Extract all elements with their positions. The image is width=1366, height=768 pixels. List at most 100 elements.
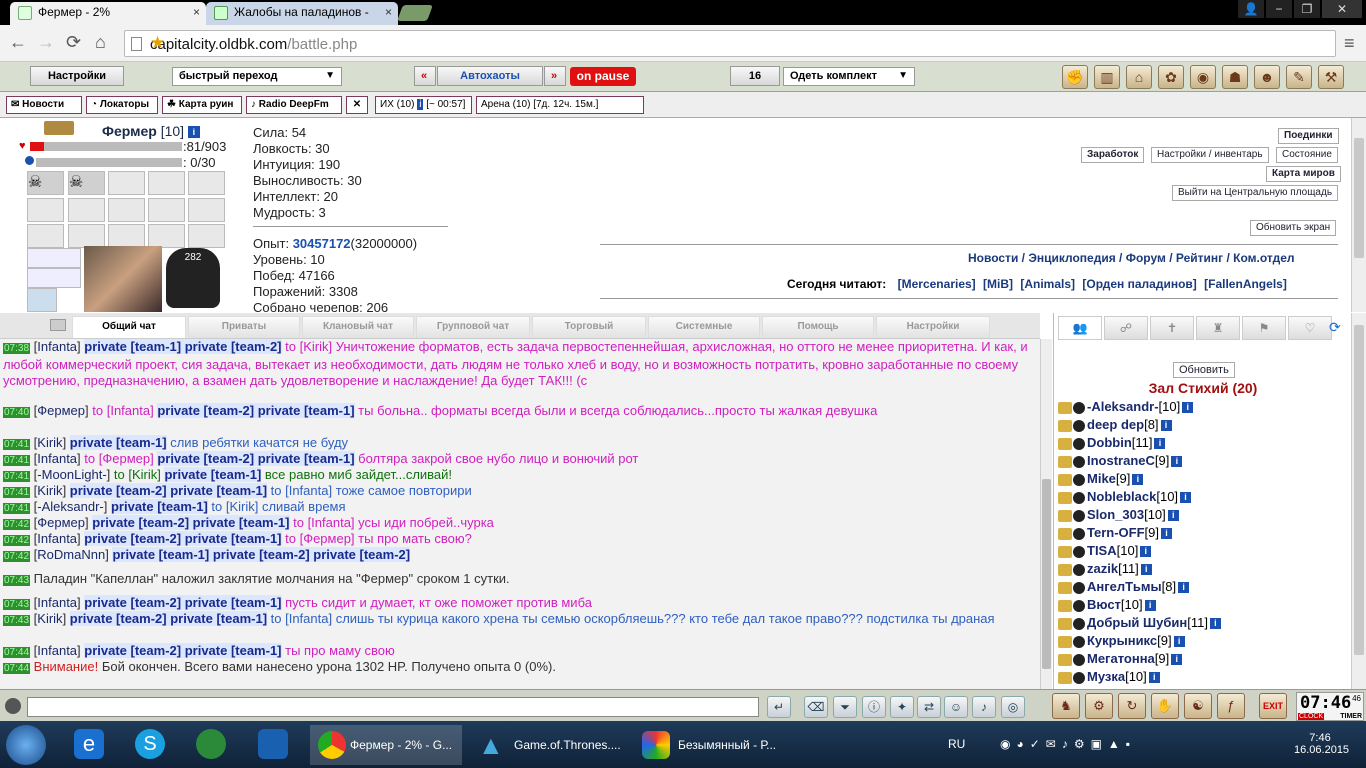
user-name[interactable]: Кукрыникс bbox=[1087, 633, 1157, 648]
room-user[interactable]: Dobbin[11] i bbox=[1058, 435, 1166, 450]
tab-trade[interactable]: Торговый bbox=[532, 316, 646, 338]
radio-link[interactable]: ♪ Radio DeepFm bbox=[246, 96, 342, 114]
autoattack-button[interactable]: Автохаоты bbox=[437, 66, 543, 86]
page-scrollbar[interactable] bbox=[1351, 118, 1366, 312]
chat-scrollbar[interactable] bbox=[1040, 339, 1052, 689]
pause-badge[interactable]: on pause bbox=[570, 67, 636, 86]
room-user[interactable]: -Aleksandr-[10] i bbox=[1058, 399, 1194, 414]
news-link[interactable]: ✉ Новости bbox=[6, 96, 82, 114]
message-time[interactable]: 07:41 bbox=[3, 439, 31, 450]
exit-icon[interactable]: EXIT bbox=[1259, 693, 1287, 719]
message-time[interactable]: 07:43 bbox=[3, 615, 31, 626]
fist-icon[interactable]: ✊ bbox=[1062, 65, 1088, 89]
smiley-icon[interactable]: ☺ bbox=[944, 696, 968, 718]
message-time[interactable]: 07:42 bbox=[3, 551, 31, 562]
forward-icon[interactable]: → bbox=[37, 33, 55, 51]
room-user[interactable]: Nobleblack[10] i bbox=[1058, 489, 1192, 504]
message-time[interactable]: 07:41 bbox=[3, 471, 31, 482]
message-time[interactable]: 07:44 bbox=[3, 663, 31, 674]
chat-input[interactable] bbox=[27, 697, 759, 717]
message-author[interactable]: Infanta bbox=[37, 595, 77, 610]
info-icon[interactable]: i bbox=[1140, 546, 1152, 558]
start-button[interactable] bbox=[6, 725, 46, 765]
equip-slot[interactable] bbox=[108, 198, 145, 222]
reading-link[interactable]: [MiB] bbox=[983, 277, 1013, 291]
tools-icon[interactable]: ⚒ bbox=[1318, 65, 1344, 89]
stats-icon[interactable]: ▥ bbox=[1094, 65, 1120, 89]
room-user[interactable]: deep dep[8] i bbox=[1058, 417, 1172, 432]
tab-friends[interactable]: ☍ bbox=[1104, 316, 1148, 340]
message-author[interactable]: Infanta bbox=[37, 339, 77, 354]
message-time[interactable]: 07:42 bbox=[3, 519, 31, 530]
equip-slot[interactable] bbox=[27, 224, 64, 248]
message-text[interactable]: private [team-2] private [team-1] bbox=[92, 515, 290, 530]
message-author[interactable]: Kirik bbox=[37, 483, 62, 498]
user-name[interactable]: deep dep bbox=[1087, 417, 1144, 432]
info-icon[interactable]: i bbox=[1178, 582, 1190, 594]
quick-nav-select[interactable]: быстрый переход ▼ bbox=[172, 67, 342, 86]
taskbar-item-paint[interactable]: Безымянный - Р... bbox=[634, 725, 794, 765]
ie-icon[interactable]: e bbox=[74, 729, 104, 759]
message-text[interactable]: private [team-2] private [team-1] bbox=[157, 403, 355, 418]
room-user[interactable]: Музка[10] i bbox=[1058, 669, 1160, 684]
refresh-icon[interactable]: ⟳ bbox=[1329, 319, 1345, 335]
tab-heart[interactable]: ♡ bbox=[1288, 316, 1332, 340]
cycle-icon[interactable]: ↻ bbox=[1118, 693, 1146, 719]
tab-fermer[interactable]: Фермер - 2% × bbox=[10, 2, 206, 25]
clock[interactable]: 7:46 16.06.2015 bbox=[1294, 732, 1349, 756]
settings-button[interactable]: Настройки bbox=[30, 66, 124, 86]
close-window-button[interactable]: ✕ bbox=[1322, 0, 1362, 18]
helmet-slot[interactable]: 282 bbox=[166, 248, 220, 308]
gears-icon[interactable]: ⚙ bbox=[1085, 693, 1113, 719]
equip-slot[interactable] bbox=[188, 198, 225, 222]
info-icon[interactable]: i bbox=[1180, 492, 1192, 504]
info-icon[interactable]: i bbox=[1171, 654, 1183, 666]
bank-icon[interactable]: ⌂ bbox=[1126, 65, 1152, 89]
message-text[interactable]: private [team-2] private [team-1] bbox=[84, 643, 282, 658]
nav-links[interactable]: Новости / Энциклопедия / Форум / Рейтинг… bbox=[968, 251, 1295, 265]
room-user[interactable]: Slon_303[10] i bbox=[1058, 507, 1179, 522]
equip-slot[interactable] bbox=[148, 198, 185, 222]
yinyang-icon[interactable]: ☯ bbox=[1184, 693, 1212, 719]
maximize-button[interactable]: ❐ bbox=[1294, 0, 1320, 18]
room-user[interactable]: TISA[10] i bbox=[1058, 543, 1152, 558]
message-author[interactable]: -MoonLight- bbox=[37, 467, 106, 482]
earnings-button[interactable]: Заработок bbox=[1081, 147, 1145, 163]
message-text[interactable]: private [team-2] private [team-1] bbox=[84, 595, 282, 610]
equip-slot[interactable]: ☠ bbox=[27, 171, 64, 195]
user-name[interactable]: Tern-OFF bbox=[1087, 525, 1145, 540]
message-text[interactable]: private [team-2] private [team-1] bbox=[157, 451, 355, 466]
tab-help[interactable]: Помощь bbox=[762, 316, 874, 338]
user-name[interactable]: Nobleblack bbox=[1087, 489, 1156, 504]
room-user[interactable]: Мегатонна[9] i bbox=[1058, 651, 1183, 666]
message-text[interactable]: private [team-1] private [team-2] privat… bbox=[112, 547, 411, 562]
message-author[interactable]: -Aleksandr- bbox=[37, 499, 103, 514]
refresh-room-button[interactable]: Обновить bbox=[1173, 362, 1235, 378]
exit-square-button[interactable]: Выйти на Центральную площадь bbox=[1172, 185, 1339, 201]
user-name[interactable]: Вюст bbox=[1087, 597, 1121, 612]
room-user[interactable]: АнгелТьмы[8] i bbox=[1058, 579, 1190, 594]
tab-cross[interactable]: ✝ bbox=[1150, 316, 1194, 340]
state-button[interactable]: Состояние bbox=[1276, 147, 1338, 163]
room-scrollbar[interactable] bbox=[1351, 313, 1366, 689]
inventory-icon[interactable]: ✿ bbox=[1158, 65, 1184, 89]
message-time[interactable]: 07:41 bbox=[3, 487, 31, 498]
avatar[interactable] bbox=[84, 246, 162, 312]
user-name[interactable]: Slon_303 bbox=[1087, 507, 1144, 522]
equip-slot[interactable] bbox=[108, 224, 145, 248]
ih-timer[interactable]: ИХ (10) i [~ 00:57] bbox=[375, 96, 472, 114]
room-user[interactable]: Добрый Шубин[11] i bbox=[1058, 615, 1221, 630]
message-time[interactable]: 07:43 bbox=[3, 599, 31, 610]
new-tab-button[interactable] bbox=[397, 5, 433, 21]
message-author[interactable]: RoDmaNnn bbox=[37, 547, 105, 562]
arena-timer[interactable]: Арена (10) [7д. 12ч. 15м.] bbox=[476, 96, 644, 114]
skype-icon[interactable]: S bbox=[135, 729, 165, 759]
tab-privates[interactable]: Приваты bbox=[188, 316, 300, 338]
message-text[interactable]: private [team-2] private [team-1] bbox=[69, 611, 268, 626]
taskbar-item-game[interactable]: ▲ Game.of.Thrones.... bbox=[470, 725, 628, 765]
minimize-button[interactable]: − bbox=[1266, 0, 1292, 18]
room-user[interactable]: Tern-OFF[9] i bbox=[1058, 525, 1172, 540]
message-author[interactable]: Kirik bbox=[37, 435, 62, 450]
user-name[interactable]: Dobbin bbox=[1087, 435, 1132, 450]
message-time[interactable]: 07:41 bbox=[3, 503, 31, 514]
